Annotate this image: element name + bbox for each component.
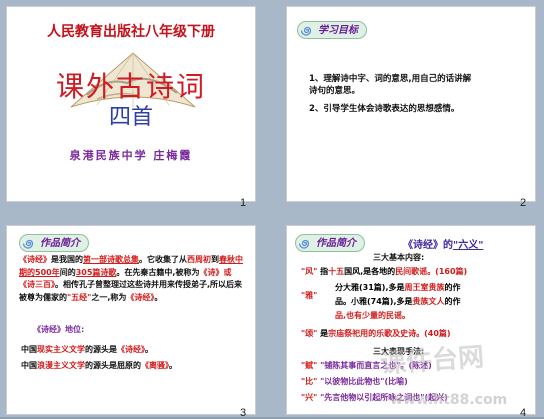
badge-label: 作品简介 [40, 238, 80, 249]
intro-badge: 作品简介 [19, 234, 89, 252]
ya-label: "雅" [301, 291, 318, 300]
goals-badge: 学习目标 [297, 21, 367, 39]
spiral-icon [299, 239, 310, 249]
goal-2: 2、引导学生体会诗歌表达的思想感情。 [309, 104, 460, 114]
watermark-text: 课件台网 [379, 342, 486, 380]
goal-1-cont: 诗句的意思。 [309, 86, 361, 96]
content-section-heading: 三大基本内容: [373, 253, 425, 262]
slide-subtitle: 四首 [108, 105, 153, 130]
feng-row: "风" 指十五国风,是各地的民间歌谣。(160篇) [301, 267, 468, 276]
spiral-icon [23, 239, 34, 249]
badge-label: 作品简介 [316, 238, 356, 249]
slide-thumbnail-1[interactable]: 人民教育出版社八年级下册 课外古诗词 四首 泉港民族中学 庄梅霞 [6, 6, 256, 202]
slide-thumbnail-3[interactable]: 作品简介 《诗经》是我国的第一部诗歌总集。它收集了从西周初到春秋中期的500年间… [6, 225, 256, 415]
status-line-1: 中国现实主义文学的源头是《诗经》。 [21, 345, 153, 354]
intro-paragraph: 《诗经》是我国的第一部诗歌总集。它收集了从西周初到春秋中期的500年间的305篇… [19, 255, 243, 302]
ya-row-1: 分大雅(31篇),多是周王室贵族的作 [335, 283, 461, 292]
slide-number-4: 4 [520, 407, 527, 419]
slide-number-3: 3 [240, 407, 247, 419]
spiral-icon [301, 26, 312, 36]
slide-number-2: 2 [520, 197, 527, 209]
intro-badge: 作品简介 [295, 234, 365, 252]
publisher-text: 人民教育出版社八年级下册 [47, 24, 215, 40]
song-row: "颂" 是宗庙祭祀用的乐歌及史诗。(40篇) [301, 329, 451, 338]
ya-row-2: 品。小雅(74篇),多是贵族文人的作 [335, 297, 461, 306]
slide-thumbnail-4[interactable]: 作品简介 《诗经》的"六义" 三大基本内容: "风" 指十五国风,是各地的民间歌… [286, 225, 536, 415]
watermark-url: www.ht88.com [390, 392, 508, 408]
status-line-2: 中国浪漫主义文学的源头是屈原的《离骚》。 [21, 361, 177, 370]
ya-row-3: 品,也有少量的民谣。 [335, 311, 411, 320]
author-text: 泉港民族中学 庄梅霞 [69, 149, 193, 162]
status-label: 《诗经》地位: [33, 325, 85, 334]
goal-1: 1、理解诗中字、词的意思,用自己的话讲解 [309, 74, 472, 84]
slide-thumbnail-2[interactable]: 学习目标 1、理解诗中字、词的意思,用自己的话讲解 诗句的意思。 2、引导学生体… [286, 6, 536, 202]
badge-label: 学习目标 [318, 25, 358, 36]
six-meanings-title: 《诗经》的"六义" [403, 240, 484, 251]
slide-number-1: 1 [240, 197, 247, 209]
